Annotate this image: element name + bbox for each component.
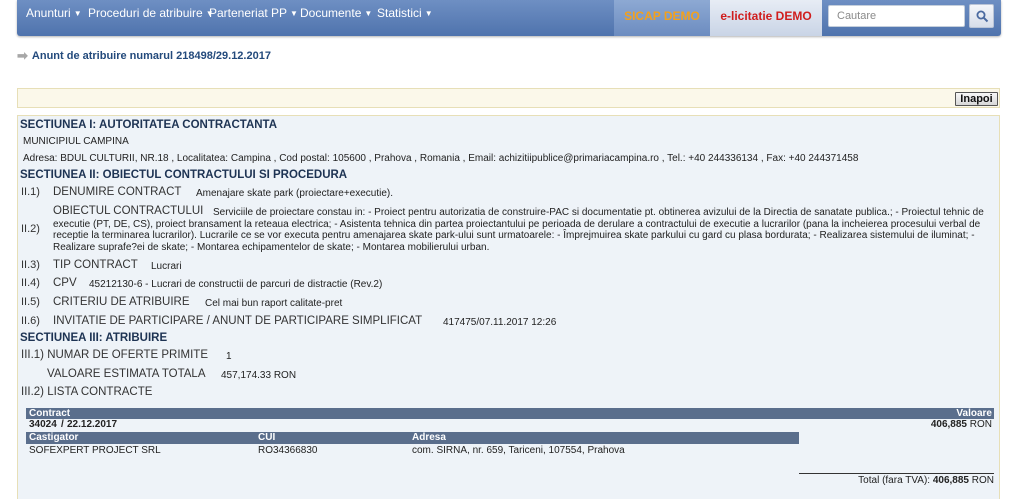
field-value: 417475/07.11.2017 12:26: [443, 317, 557, 328]
nav-statistici[interactable]: Statistici ▼: [377, 0, 433, 27]
field-label: TIP CONTRACT: [53, 259, 138, 271]
total-value: 406,885: [932, 475, 969, 486]
total-label: Total (fara TVA):: [858, 475, 931, 486]
column-header-address: Adresa: [412, 432, 446, 443]
winner-address: com. SIRNA, nr. 659, Tariceni, 107554, P…: [412, 445, 625, 456]
contract-row: 34024 / 22.12.2017 406,885 RON: [26, 419, 994, 431]
nav-documente[interactable]: Documente ▼: [300, 0, 372, 27]
search-icon: [976, 10, 989, 23]
item-number: II.1): [21, 186, 40, 198]
nav-parteneriat[interactable]: Parteneriat PP ▼: [209, 0, 298, 27]
contract-value: 406,885 RON: [931, 419, 992, 430]
nav-proceduri-label: Proceduri de atribuire: [88, 6, 203, 20]
authority-name: MUNICIPIUL CAMPINA: [23, 136, 129, 147]
field-value: Amenajare skate park (proiectare+executi…: [196, 188, 394, 199]
toolbar-bar: [17, 88, 1000, 108]
item-number: II.6): [21, 315, 40, 327]
winner-name: SOFEXPERT PROJECT SRL: [29, 445, 161, 456]
contract-object-description: Serviciile de proiectare constau in: - P…: [53, 207, 984, 253]
section2-title: SECTIUNEA II: OBIECTUL CONTRACTULUI SI P…: [20, 169, 348, 181]
caret-down-icon: ▼: [364, 9, 373, 18]
search-input[interactable]: [828, 5, 965, 27]
item-number: II.4): [21, 277, 40, 289]
field-label: DENUMIRE CONTRACT: [53, 186, 182, 198]
field-value: Cel mai bun raport calitate-pret: [205, 298, 343, 309]
top-navbar: Anunturi ▼ Proceduri de atribuire ▼ Parten…: [17, 0, 1001, 36]
winner-table-header: Castigator CUI Adresa: [26, 432, 799, 444]
contracts-list-label: III.2) LISTA CONTRACTE: [21, 386, 153, 398]
contract-value-amount: 406,885: [930, 419, 967, 430]
field-label: CPV: [53, 277, 77, 289]
field-label: CRITERIU DE ATRIBUIRE: [53, 296, 190, 308]
field-label: INVITATIE DE PARTICIPARE / ANUNT DE PART…: [53, 315, 423, 327]
section1-title: SECTIUNEA I: AUTORITATEA CONTRACTANTA: [20, 119, 278, 131]
authority-address: Adresa: BDUL CULTURII, NR.18 , Localitat…: [23, 153, 859, 164]
contract-date: 22.12.2017: [67, 419, 118, 430]
caret-down-icon: ▼: [73, 9, 82, 18]
winner-row: SOFEXPERT PROJECT SRL RO34366830 com. SI…: [26, 445, 799, 457]
contract-value-currency: RON: [969, 419, 992, 430]
field-value: Lucrari: [151, 261, 182, 272]
caret-down-icon: ▼: [424, 9, 433, 18]
back-button[interactable]: Inapoi: [955, 92, 998, 106]
field-value: 45212130-6 - Lucrari de constructii de p…: [89, 279, 383, 290]
arrow-right-icon: ➡: [17, 48, 28, 63]
elicitatie-demo-link[interactable]: e-licitatie DEMO: [710, 0, 822, 36]
column-header-cui: CUI: [258, 432, 276, 443]
nav-anunturi-label: Anunturi: [26, 6, 71, 20]
total-currency: RON: [971, 475, 994, 486]
column-header-winner: Castigator: [29, 432, 79, 443]
estimated-value-label: VALOARE ESTIMATA TOTALA: [47, 368, 206, 380]
nav-statistici-label: Statistici: [377, 6, 422, 20]
sicap-demo-link[interactable]: SICAP DEMO: [614, 0, 710, 36]
offers-value: 1: [226, 351, 232, 362]
section3-title: SECTIUNEA III: ATRIBUIRE: [20, 332, 168, 344]
offers-label: III.1) NUMAR DE OFERTE PRIMITE: [21, 349, 208, 361]
column-header-value: Valoare: [956, 408, 992, 419]
contract-number: 34024: [29, 419, 57, 430]
nav-anunturi[interactable]: Anunturi ▼: [26, 0, 82, 27]
contract-table-header: Contract Valoare: [26, 408, 994, 419]
search-button[interactable]: [969, 4, 994, 28]
nav-documente-label: Documente: [300, 6, 362, 20]
winner-cui: RO34366830: [258, 445, 318, 456]
page-title: ➡ Anunt de atribuire numarul 218498/29.12…: [17, 47, 271, 63]
item-number: II.3): [21, 259, 40, 271]
estimated-value: 457,174.33 RON: [221, 370, 297, 381]
contract-separator: /: [61, 419, 64, 430]
item-number: II.2): [21, 223, 40, 235]
caret-down-icon: ▼: [290, 9, 298, 18]
nav-proceduri[interactable]: Proceduri de atribuire ▼: [88, 0, 214, 27]
page-title-text: Anunt de atribuire numarul 218498/29.12.…: [31, 50, 271, 62]
total-row: Total (fara TVA): 406,885 RON: [799, 475, 994, 486]
total-divider: [799, 473, 994, 474]
nav-parteneriat-label: Parteneriat PP: [209, 6, 288, 20]
column-header-contract: Contract: [29, 408, 71, 419]
item-number: II.5): [21, 296, 40, 308]
